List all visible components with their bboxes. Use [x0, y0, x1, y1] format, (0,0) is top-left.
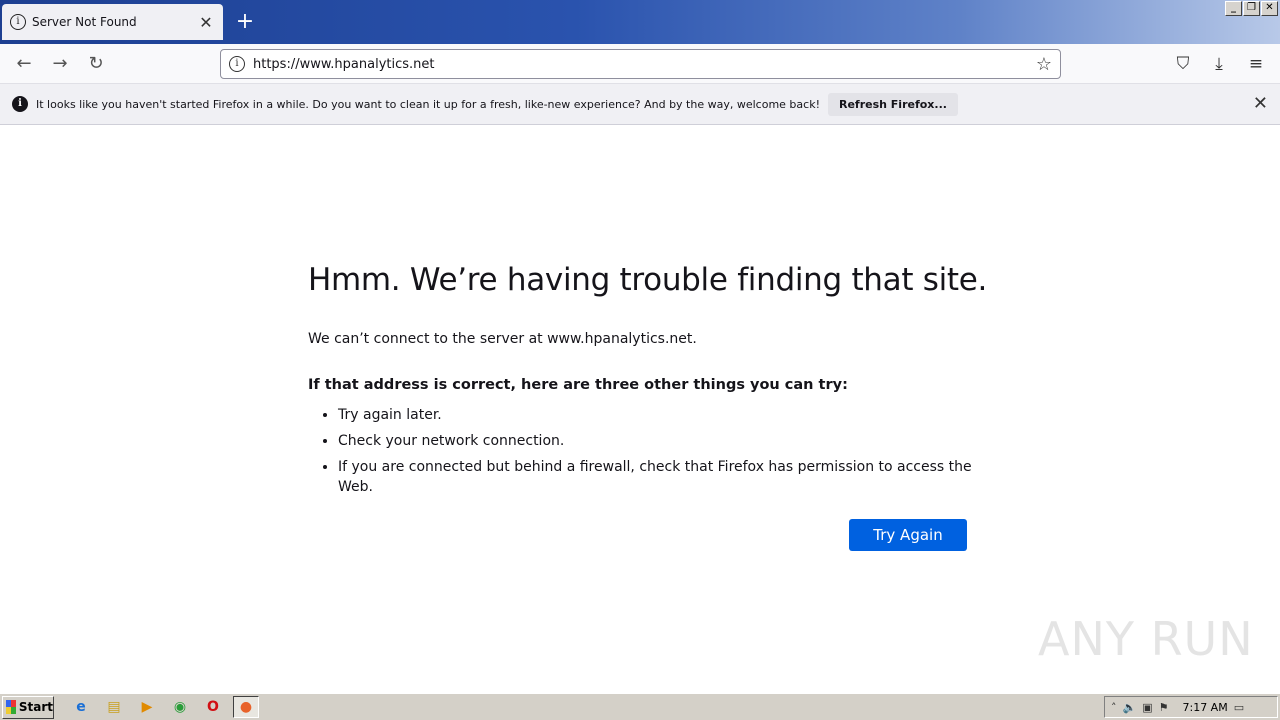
info-icon: i: [10, 14, 26, 30]
close-notification-icon[interactable]: ✕: [1253, 93, 1268, 114]
notification-bar: i It looks like you haven't started Fire…: [0, 84, 1280, 125]
list-item: If you are connected but behind a firewa…: [338, 457, 1008, 495]
system-tray: ˄ 🔈 ▣ ⚑ 7:17 AM ▭: [1104, 696, 1278, 718]
menu-button[interactable]: ≡: [1243, 52, 1269, 78]
downloads-button[interactable]: ⤓: [1206, 52, 1232, 78]
error-title: Hmm. We’re having trouble finding that s…: [308, 262, 988, 298]
error-page: Hmm. We’re having trouble finding that s…: [308, 262, 1008, 495]
show-hidden-icons-icon[interactable]: ˄: [1111, 701, 1117, 714]
tab-server-not-found[interactable]: i Server Not Found ✕: [2, 4, 223, 40]
forward-button[interactable]: →: [47, 52, 73, 78]
chrome-icon[interactable]: ◉: [167, 696, 193, 718]
info-icon: i: [12, 96, 28, 112]
window-controls: _ ❐ ✕: [1225, 1, 1278, 16]
minimize-button[interactable]: _: [1225, 1, 1242, 16]
refresh-firefox-button[interactable]: Refresh Firefox...: [827, 92, 958, 116]
opera-icon[interactable]: O: [200, 696, 226, 718]
error-description: We can’t connect to the server at www.hp…: [308, 331, 697, 347]
restore-button[interactable]: ❐: [1243, 1, 1260, 16]
back-button[interactable]: ←: [11, 52, 37, 78]
navigation-toolbar: ← → ↻ i ☆ ⛉ ⤓ ≡: [0, 44, 1280, 84]
taskbar: Start e ▤ ▶ ◉ O ● ˄ 🔈 ▣ ⚑ 7:17 AM ▭: [0, 693, 1280, 720]
tab-close-icon[interactable]: ✕: [197, 13, 215, 32]
tab-title: Server Not Found: [32, 15, 137, 29]
anyrun-watermark: ANY RUN: [1038, 612, 1254, 666]
file-explorer-icon[interactable]: ▤: [101, 696, 127, 718]
network-icon[interactable]: ▣: [1142, 701, 1152, 714]
volume-icon[interactable]: 🔈: [1123, 701, 1137, 714]
try-again-button[interactable]: Try Again: [849, 519, 967, 551]
internet-explorer-icon[interactable]: e: [68, 696, 94, 718]
show-desktop-icon[interactable]: ▭: [1234, 701, 1244, 714]
list-item: Check your network connection.: [338, 431, 1008, 457]
close-window-button[interactable]: ✕: [1261, 1, 1278, 16]
url-bar[interactable]: i ☆: [220, 49, 1061, 79]
bookmark-star-icon[interactable]: ☆: [1036, 54, 1052, 75]
start-button[interactable]: Start: [2, 695, 54, 719]
clock[interactable]: 7:17 AM: [1182, 701, 1227, 714]
suggestions-list: Try again later. Check your network conn…: [338, 405, 1008, 495]
pocket-button[interactable]: ⛉: [1170, 52, 1196, 78]
new-tab-button[interactable]: +: [232, 9, 258, 35]
windows-logo-icon: [6, 700, 16, 714]
reload-button[interactable]: ↻: [83, 52, 109, 78]
start-label: Start: [18, 700, 53, 714]
notification-message: It looks like you haven't started Firefo…: [36, 97, 820, 111]
suggestions-heading: If that address is correct, here are thr…: [308, 377, 848, 393]
list-item: Try again later.: [338, 405, 1008, 431]
site-info-icon[interactable]: i: [229, 56, 245, 72]
action-center-flag-icon[interactable]: ⚑: [1159, 701, 1169, 714]
title-bar: i Server Not Found ✕ + _ ❐ ✕: [0, 0, 1280, 44]
firefox-icon[interactable]: ●: [233, 696, 259, 718]
media-player-icon[interactable]: ▶: [134, 696, 160, 718]
url-input[interactable]: [253, 56, 1036, 72]
